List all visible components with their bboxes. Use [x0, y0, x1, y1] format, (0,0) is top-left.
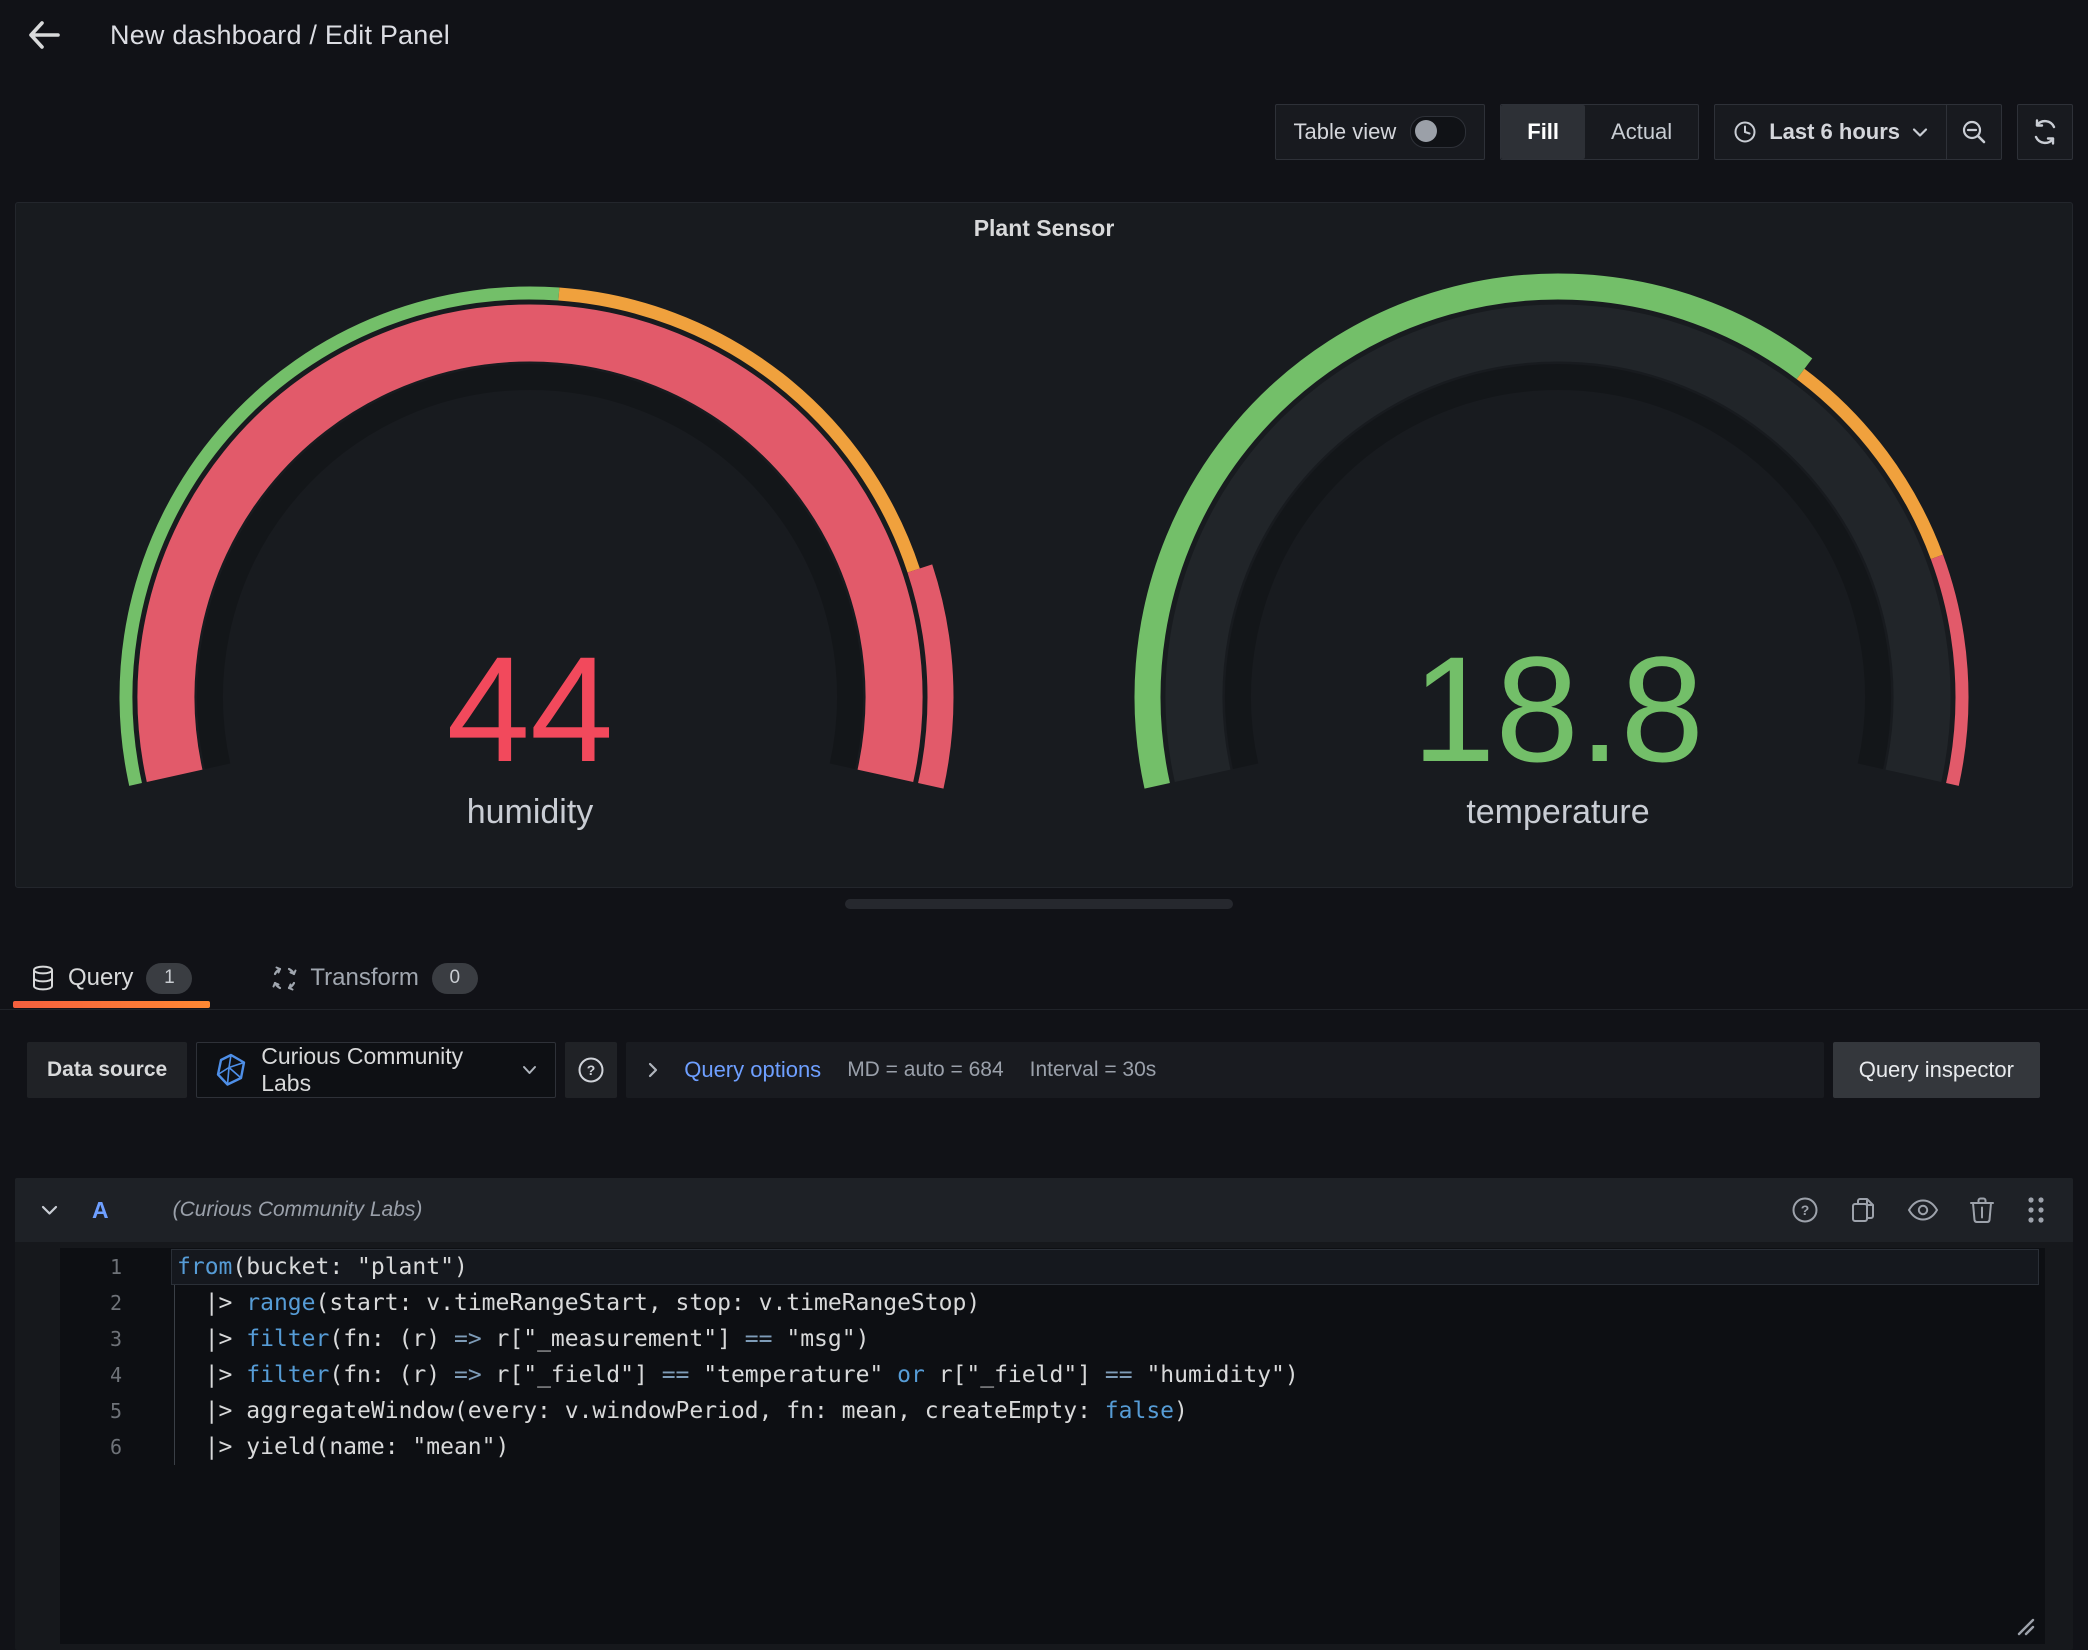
trash-icon	[1969, 1196, 1995, 1224]
code-text[interactable]: |> filter(fn: (r) => r["_field"] == "tem…	[177, 1357, 2039, 1393]
query-row-actions: ?	[1791, 1195, 2047, 1225]
transform-count-badge: 0	[432, 963, 478, 994]
copy-icon	[1849, 1196, 1877, 1224]
refresh-icon	[2031, 118, 2059, 146]
drag-handle-icon[interactable]	[2025, 1195, 2047, 1225]
table-view-label: Table view	[1294, 119, 1397, 145]
gauge-panel: Plant Sensor 44humidity18.8temperature	[15, 202, 2073, 888]
query-datasource-hint: (Curious Community Labs)	[173, 1198, 1791, 1222]
code-line-2[interactable]: 2 |> range(start: v.timeRangeStart, stop…	[60, 1285, 2045, 1321]
page-title: New dashboard / Edit Panel	[110, 20, 450, 51]
svg-text:44: 44	[447, 625, 614, 793]
code-line-6[interactable]: 6 |> yield(name: "mean")	[60, 1429, 2045, 1465]
tab-transform[interactable]: Transform 0	[254, 948, 495, 1008]
resize-corner-icon[interactable]	[2015, 1616, 2035, 1636]
datasource-label-chip: Data source	[27, 1042, 187, 1098]
code-text[interactable]: |> yield(name: "mean")	[177, 1429, 2039, 1465]
zoom-out-magnifier-icon	[1961, 119, 1987, 145]
query-count-badge: 1	[146, 963, 192, 994]
flux-code-editor[interactable]: 1from(bucket: "plant")2 |> range(start: …	[60, 1248, 2045, 1644]
datasource-row: Data source Curious Community Labs ? Que…	[27, 1042, 2040, 1098]
query-editor-card: A (Curious Community Labs) ?	[15, 1178, 2073, 1650]
splitter-drag-handle[interactable]	[845, 899, 1233, 909]
editor-tabs: Query 1 Transform 0	[13, 948, 496, 1008]
gauge-temperature: 18.8temperature	[1044, 255, 2072, 887]
refresh-button[interactable]	[2017, 104, 2073, 160]
code-line-5[interactable]: 5 |> aggregateWindow(every: v.windowPeri…	[60, 1393, 2045, 1429]
svg-text:18.8: 18.8	[1412, 625, 1704, 793]
query-row-header[interactable]: A (Curious Community Labs) ?	[15, 1178, 2073, 1242]
line-number: 1	[60, 1249, 177, 1285]
eye-icon	[1907, 1198, 1939, 1222]
chevron-right-icon[interactable]	[648, 1062, 658, 1078]
back-button[interactable]	[24, 15, 64, 55]
time-range-group: Last 6 hours	[1714, 104, 2002, 160]
datasource-selected: Curious Community Labs	[261, 1043, 508, 1097]
gauge-humidity: 44humidity	[16, 255, 1044, 887]
query-ref-id: A	[92, 1197, 109, 1224]
svg-text:?: ?	[1801, 1202, 1810, 1218]
code-text[interactable]: |> filter(fn: (r) => r["_measurement"] =…	[177, 1321, 2039, 1357]
fill-button[interactable]: Fill	[1501, 105, 1585, 159]
query-inspector-button[interactable]: Query inspector	[1833, 1042, 2040, 1098]
top-bar: New dashboard / Edit Panel	[0, 0, 2088, 70]
chevron-down-icon[interactable]	[41, 1205, 58, 1216]
code-line-4[interactable]: 4 |> filter(fn: (r) => r["_field"] == "t…	[60, 1357, 2045, 1393]
duplicate-query-button[interactable]	[1849, 1196, 1877, 1224]
line-number: 6	[60, 1429, 177, 1465]
line-number: 5	[60, 1393, 177, 1429]
zoom-out-button[interactable]	[1947, 105, 2001, 159]
clock-icon	[1733, 120, 1757, 144]
datasource-picker[interactable]: Curious Community Labs	[196, 1042, 556, 1098]
panel-toolbar: Table view Fill Actual Last 6 hours	[1275, 104, 2073, 160]
hide-query-button[interactable]	[1907, 1198, 1939, 1222]
max-data-points-stat: MD = auto = 684	[847, 1058, 1003, 1082]
code-text[interactable]: |> aggregateWindow(every: v.windowPeriod…	[177, 1393, 2039, 1429]
actual-button[interactable]: Actual	[1585, 105, 1698, 159]
line-number: 2	[60, 1285, 177, 1321]
svg-text:humidity: humidity	[467, 793, 594, 831]
chevron-down-icon	[522, 1065, 537, 1075]
code-text[interactable]: from(bucket: "plant")	[171, 1249, 2039, 1285]
svg-text:temperature: temperature	[1466, 793, 1649, 831]
query-help-button[interactable]: ?	[1791, 1196, 1819, 1224]
transform-cycle-icon	[272, 966, 297, 991]
query-options-bar: Query options MD = auto = 684 Interval =…	[626, 1042, 1823, 1098]
panel-title: Plant Sensor	[16, 215, 2072, 242]
tab-query-label: Query	[68, 964, 133, 992]
query-inspector-label: Query inspector	[1859, 1057, 2014, 1083]
help-circle-icon: ?	[577, 1056, 605, 1084]
datasource-label: Data source	[47, 1058, 167, 1082]
code-lines[interactable]: 1from(bucket: "plant")2 |> range(start: …	[60, 1248, 2045, 1465]
code-line-1[interactable]: 1from(bucket: "plant")	[60, 1249, 2045, 1285]
tab-query[interactable]: Query 1	[13, 948, 210, 1008]
back-arrow-icon	[27, 20, 61, 50]
gauges-container: 44humidity18.8temperature	[16, 255, 2072, 887]
datasource-help-button[interactable]: ?	[565, 1042, 617, 1098]
fill-actual-switch: Fill Actual	[1500, 104, 1699, 160]
indent-guide	[174, 1285, 175, 1465]
code-line-3[interactable]: 3 |> filter(fn: (r) => r["_measurement"]…	[60, 1321, 2045, 1357]
query-options-link[interactable]: Query options	[684, 1057, 821, 1083]
table-view-control[interactable]: Table view	[1275, 104, 1486, 160]
tabs-divider	[0, 1009, 2088, 1010]
datasource-logo-icon	[215, 1053, 247, 1087]
line-number: 3	[60, 1321, 177, 1357]
toggle-knob	[1415, 120, 1437, 142]
tab-transform-label: Transform	[310, 964, 418, 992]
database-icon	[31, 965, 55, 991]
time-range-picker[interactable]: Last 6 hours	[1715, 105, 1946, 159]
time-range-label: Last 6 hours	[1769, 119, 1900, 145]
interval-stat: Interval = 30s	[1030, 1058, 1157, 1082]
table-view-toggle[interactable]	[1410, 116, 1466, 148]
code-text[interactable]: |> range(start: v.timeRangeStart, stop: …	[177, 1285, 2039, 1321]
chevron-down-icon	[1912, 127, 1928, 138]
line-number: 4	[60, 1357, 177, 1393]
delete-query-button[interactable]	[1969, 1196, 1995, 1224]
svg-text:?: ?	[587, 1062, 596, 1078]
